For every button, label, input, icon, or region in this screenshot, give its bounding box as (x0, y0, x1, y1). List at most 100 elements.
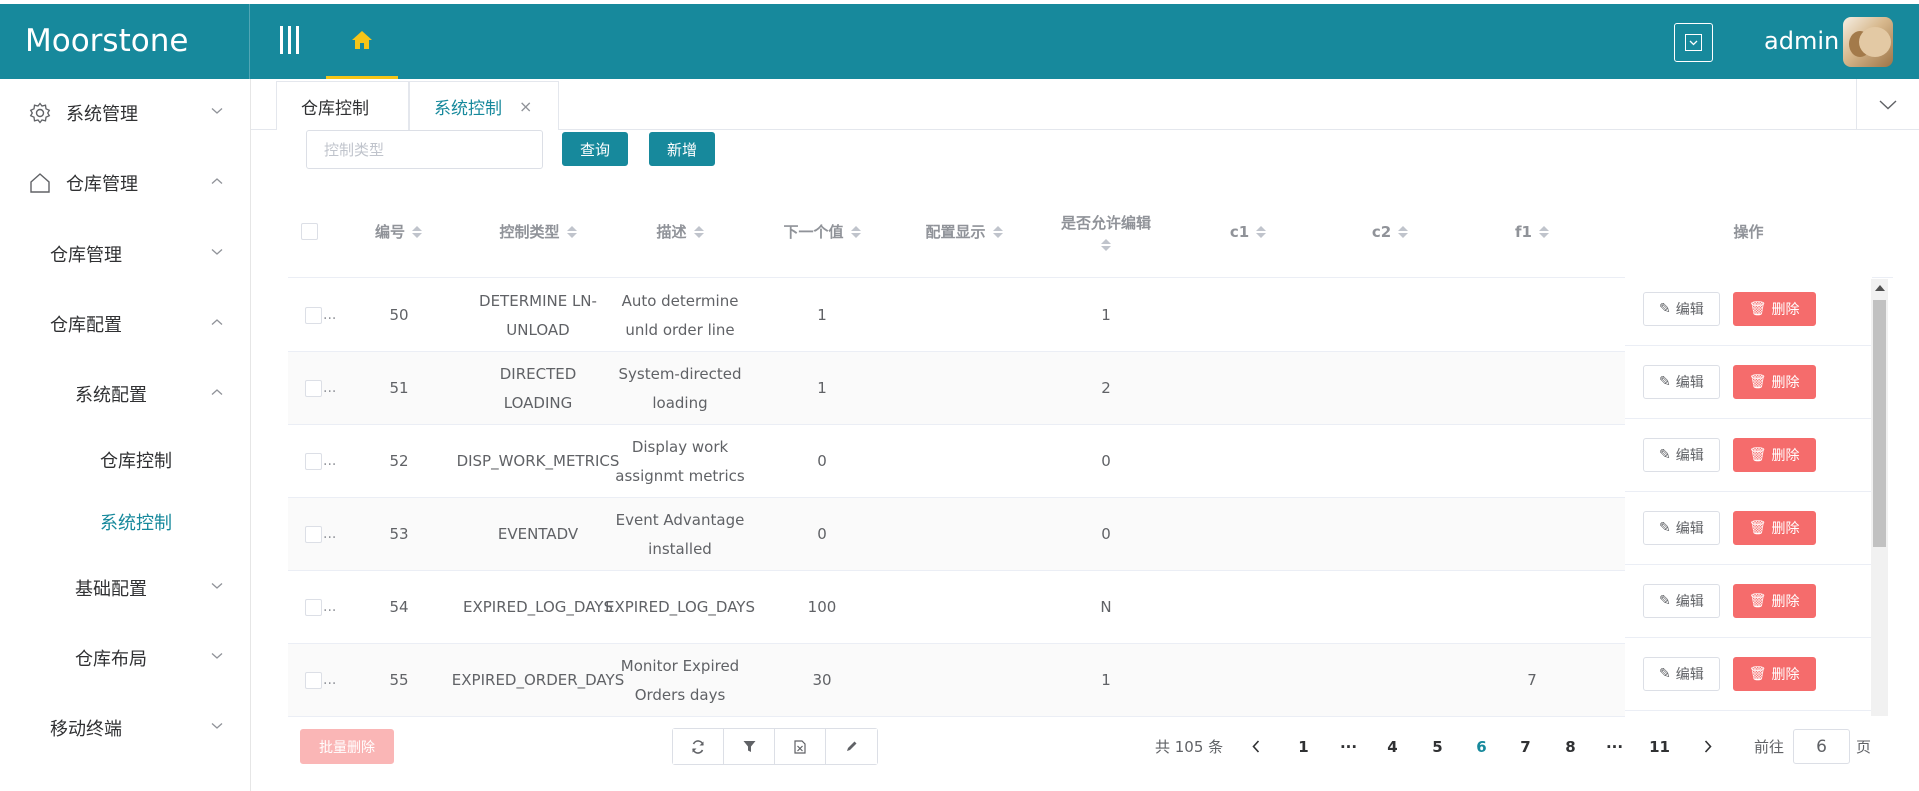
user-avatar[interactable] (1843, 17, 1893, 67)
column-header-config-display[interactable]: 配置显示 (893, 185, 1035, 278)
tab-warehouse-control[interactable]: 仓库控制 (276, 81, 409, 130)
tab-system-control[interactable]: 系统控制 × (409, 81, 559, 130)
table-scrollbar[interactable] (1871, 279, 1888, 716)
edit-columns-button[interactable] (826, 729, 877, 764)
export-button[interactable] (775, 729, 826, 764)
column-header-editable[interactable]: 是否允许编辑 (1035, 185, 1177, 278)
refresh-button[interactable] (673, 729, 724, 764)
sort-icon[interactable] (1398, 225, 1409, 238)
cell-editable: 1 (1101, 306, 1111, 324)
tabs-dropdown-button[interactable] (1856, 79, 1919, 130)
header-dropdown-button[interactable] (1674, 23, 1713, 62)
sort-icon[interactable] (992, 225, 1003, 238)
delete-button[interactable]: 🗑 删除 (1732, 511, 1816, 545)
delete-button[interactable]: 🗑 删除 (1732, 584, 1816, 618)
delete-button[interactable]: 🗑 删除 (1732, 438, 1816, 472)
sort-icon[interactable] (566, 225, 577, 238)
pagination-page[interactable]: 4 (1375, 729, 1410, 764)
sidebar-item-mobile-terminal[interactable]: 移动终端 (0, 700, 250, 756)
home-icon (352, 31, 372, 49)
cell-id: 50 (389, 306, 409, 324)
sort-icon[interactable] (412, 225, 422, 238)
pagination-next-button[interactable] (1690, 729, 1725, 764)
column-header-description[interactable]: 描述 (609, 185, 751, 278)
cell-config-display (898, 498, 1030, 571)
delete-button[interactable]: 🗑 删除 (1732, 657, 1816, 691)
column-header-control-type[interactable]: 控制类型 (467, 185, 609, 278)
home-tab[interactable] (326, 4, 398, 79)
batch-delete-button[interactable]: 批量删除 (300, 729, 394, 764)
trash-icon: 🗑 (1748, 520, 1767, 536)
cell-c1 (1182, 425, 1314, 498)
select-all-checkbox[interactable] (300, 223, 318, 240)
sidebar-item-system-config[interactable]: 系统配置 (0, 366, 250, 422)
pagination-ellipsis[interactable]: ··· (1597, 729, 1632, 764)
row-checkbox[interactable] (305, 526, 322, 543)
pagination-page[interactable]: 8 (1553, 729, 1588, 764)
sort-icon[interactable] (850, 225, 861, 238)
sidebar-item-warehouse-layout[interactable]: 仓库布局 (0, 630, 250, 686)
cell-control-type: EXPIRED_ORDER_DAYS (451, 671, 625, 689)
sidebar-item-basic-config[interactable]: 基础配置 (0, 560, 250, 616)
pagination-ellipsis[interactable]: ··· (1331, 729, 1366, 764)
sidebar-item-warehouse-management[interactable]: 仓库管理 (0, 155, 250, 211)
edit-button[interactable]: ✎ 编辑 (1643, 657, 1720, 691)
chevron-down-icon (211, 249, 223, 255)
sort-icon[interactable] (1256, 225, 1267, 238)
sidebar-item-system-management[interactable]: 系统管理 (0, 85, 250, 141)
delete-button[interactable]: 🗑 删除 (1732, 365, 1816, 399)
sort-icon[interactable] (1538, 225, 1549, 238)
edit-icon: ✎ (1659, 593, 1671, 609)
data-table: 编号 控制类型 描述 下一个值 配置显示 是否允许编辑 c1 c2 f1 操作 … (288, 185, 1893, 717)
cell-control-type: DIRECTED LOADING (499, 364, 577, 412)
delete-button[interactable]: 🗑 删除 (1732, 292, 1816, 326)
cell-c2 (1324, 352, 1456, 425)
row-checkbox[interactable] (305, 307, 322, 324)
edit-button[interactable]: ✎ 编辑 (1643, 511, 1720, 545)
pagination-page[interactable]: 5 (1420, 729, 1455, 764)
column-header-next-value[interactable]: 下一个值 (751, 185, 893, 278)
filter-button[interactable] (724, 729, 775, 764)
pagination-prev-button[interactable] (1238, 729, 1273, 764)
username[interactable]: admin (1764, 4, 1839, 79)
query-button[interactable]: 查询 (562, 132, 629, 166)
sidebar-item-warehouse-management-sub[interactable]: 仓库管理 (0, 226, 250, 282)
goto-page-input[interactable] (1793, 729, 1850, 764)
table-header: 编号 控制类型 描述 下一个值 配置显示 是否允许编辑 c1 c2 f1 操作 (288, 185, 1893, 278)
cell-c1 (1182, 279, 1314, 352)
pagination-page[interactable]: 7 (1508, 729, 1543, 764)
cell-control-type: EXPIRED_LOG_DAYS (463, 598, 613, 616)
edit-button[interactable]: ✎ 编辑 (1643, 292, 1720, 326)
pagination-page-current[interactable]: 6 (1464, 729, 1499, 764)
edit-button[interactable]: ✎ 编辑 (1643, 365, 1720, 399)
pagination-page[interactable]: 1 (1286, 729, 1321, 764)
cell-config-display (898, 644, 1030, 717)
control-type-search-input[interactable] (306, 130, 543, 169)
column-header-c2[interactable]: c2 (1319, 185, 1461, 278)
scroll-up-arrow-icon[interactable] (1875, 285, 1885, 291)
close-icon[interactable]: × (519, 97, 532, 116)
cell-description: EXPIRED_LOG_DAYS (605, 598, 755, 616)
menu-toggle-button[interactable] (276, 26, 302, 56)
add-button[interactable]: 新增 (649, 132, 716, 166)
sort-icon[interactable] (1101, 239, 1111, 251)
sidebar-item-warehouse-config[interactable]: 仓库配置 (0, 296, 250, 352)
row-actions: ✎ 编辑 🗑 删除 (1625, 638, 1872, 711)
table-row: ... 55 EXPIRED_ORDER_DAYS Monitor Expire… (288, 644, 1625, 717)
row-checkbox[interactable] (305, 599, 322, 616)
column-header-f1[interactable]: f1 (1461, 185, 1603, 278)
column-header-c1[interactable]: c1 (1177, 185, 1319, 278)
row-checkbox[interactable] (305, 672, 322, 689)
row-checkbox[interactable] (305, 453, 322, 470)
scrollbar-thumb[interactable] (1873, 300, 1886, 547)
row-checkbox[interactable] (305, 380, 322, 397)
sidebar-item-warehouse-control[interactable]: 仓库控制 (0, 432, 250, 488)
edit-button[interactable]: ✎ 编辑 (1643, 584, 1720, 618)
sidebar-item-system-control[interactable]: 系统控制 (0, 494, 250, 550)
pagination-page[interactable]: 11 (1642, 729, 1677, 764)
chevron-down-icon (211, 723, 223, 729)
sort-icon[interactable] (693, 225, 704, 238)
sidebar-item-label: 系统配置 (75, 385, 147, 406)
column-header-id[interactable]: 编号 (330, 185, 467, 278)
edit-button[interactable]: ✎ 编辑 (1643, 438, 1720, 472)
